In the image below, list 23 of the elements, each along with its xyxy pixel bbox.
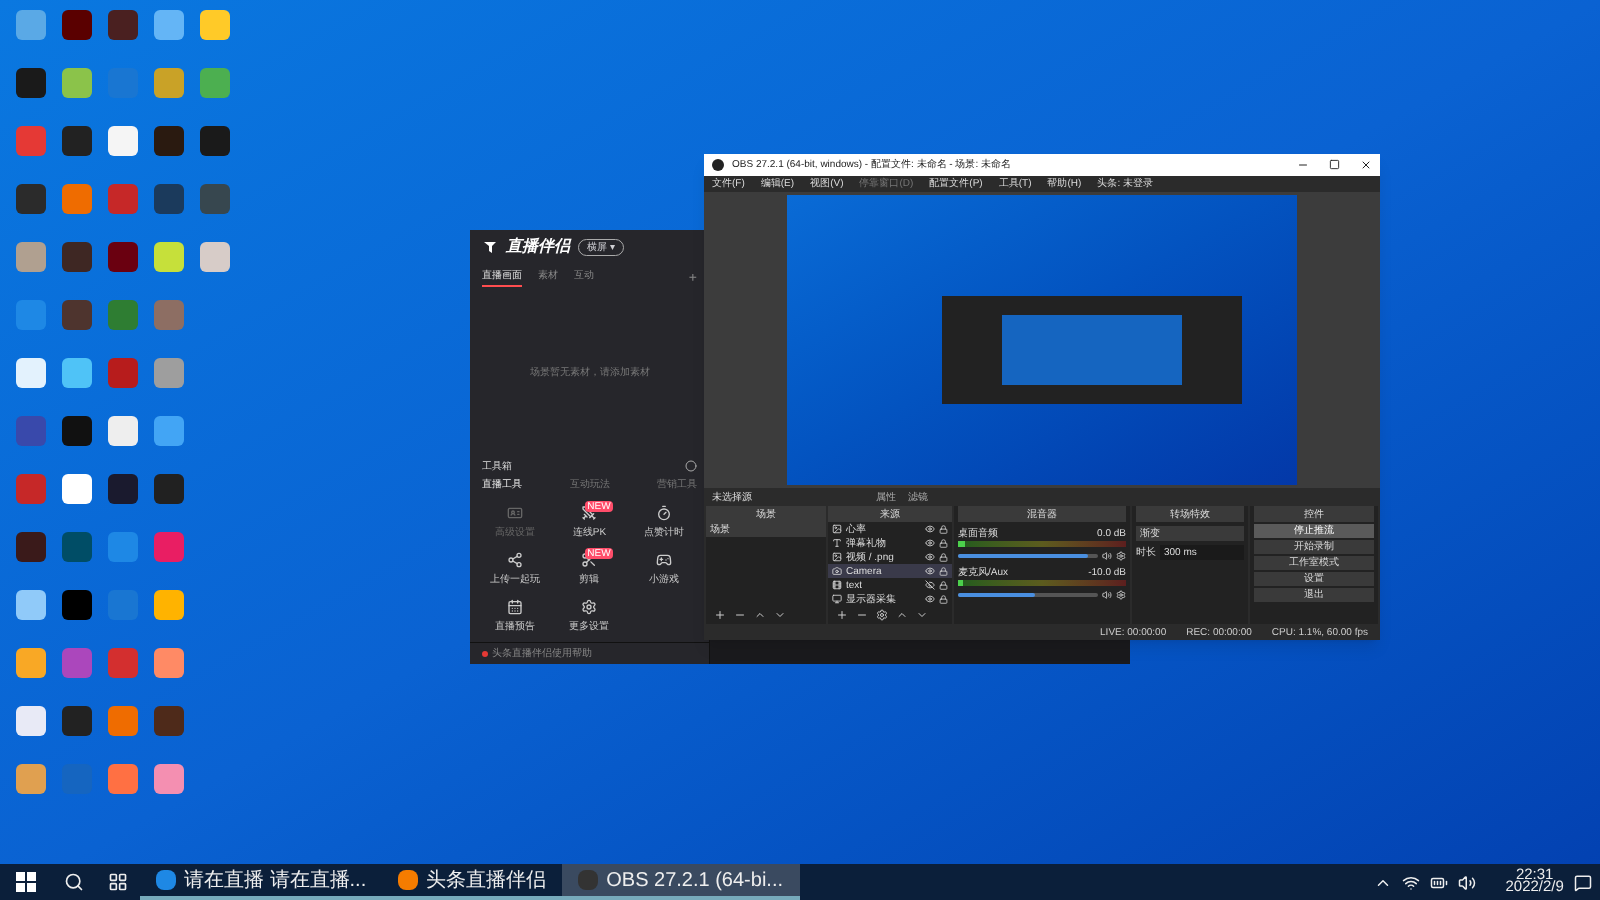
battery-icon	[1430, 873, 1449, 891]
obs-logo-icon	[712, 158, 724, 171]
app-icon	[578, 870, 599, 890]
tool-icon	[655, 505, 672, 521]
volume-fill[interactable]	[958, 593, 1035, 598]
app-icon	[398, 870, 419, 890]
tool-icon	[507, 552, 524, 568]
tool-icon	[507, 505, 524, 521]
search-icon[interactable]	[64, 872, 84, 892]
app-icon	[156, 870, 176, 890]
app-brand: 直播伴侣	[506, 235, 570, 259]
tool-icon	[655, 552, 672, 568]
taskbar-app[interactable]: OBS 27.2.1 (64-bi...	[562, 864, 800, 900]
tool-icon	[507, 599, 524, 615]
volume-icon	[1458, 873, 1477, 891]
start-icon[interactable]	[16, 872, 36, 892]
tool-icon	[581, 599, 598, 615]
network-icon	[1402, 873, 1421, 891]
tool-icon	[581, 552, 598, 568]
task-view-icon[interactable]	[108, 872, 128, 892]
notifications-icon[interactable]	[1574, 873, 1592, 891]
taskbar-app[interactable]: 请在直播 请在直播...	[140, 864, 383, 900]
tool-icon	[581, 505, 598, 521]
